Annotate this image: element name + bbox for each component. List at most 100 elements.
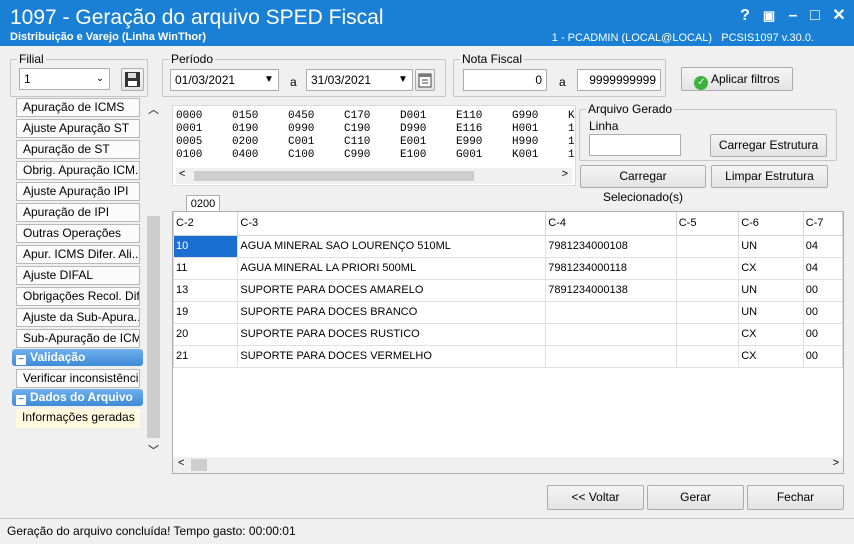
table-cell[interactable]: AGUA MINERAL SAO LOURENÇO 510ML <box>237 234 547 258</box>
register-code[interactable]: C990 <box>344 149 370 162</box>
section-validacao[interactable]: − Validação <box>12 349 143 366</box>
scroll-down-icon[interactable]: ﹀ <box>146 442 161 458</box>
scrollbar-thumb[interactable] <box>194 171 474 181</box>
table-cell[interactable] <box>675 344 740 368</box>
table-cell[interactable] <box>545 300 677 324</box>
nota-from-input[interactable]: 0 <box>463 69 547 91</box>
scroll-up-icon[interactable]: ︿ <box>146 101 161 117</box>
register-code[interactable]: C100 <box>288 149 314 162</box>
scroll-right-icon[interactable]: > <box>562 168 568 180</box>
register-code[interactable]: K001 <box>512 149 538 162</box>
register-code[interactable]: 0100 <box>176 149 202 162</box>
sidebar-item-ajuste-sub-apuracao[interactable]: Ajuste da Sub-Apura... <box>16 308 140 327</box>
table-cell[interactable]: 7981234000108 <box>545 234 677 258</box>
table-cell[interactable]: CX <box>738 322 804 346</box>
back-button[interactable]: << Voltar <box>547 485 644 510</box>
linha-input[interactable] <box>589 134 681 156</box>
table-cell[interactable] <box>545 322 677 346</box>
register-code[interactable]: 0005 <box>176 136 202 149</box>
tab-0200[interactable]: 0200 <box>186 195 220 212</box>
register-code[interactable]: 0200 <box>232 136 258 149</box>
sidebar-item-apuracao-st[interactable]: Apuração de ST <box>16 140 140 159</box>
register-code[interactable]: G990 <box>512 110 538 123</box>
table-cell[interactable]: 7981234000118 <box>545 256 677 280</box>
table-row[interactable]: 10 AGUA MINERAL SAO LOURENÇO 510ML 79812… <box>173 234 843 258</box>
load-selected-button[interactable]: Carregar Selecionado(s) <box>580 165 706 204</box>
register-code[interactable]: E001 <box>400 136 426 149</box>
table-row[interactable]: 19 SUPORTE PARA DOCES BRANCO UN 00 <box>173 300 843 324</box>
register-code[interactable]: D990 <box>400 123 426 136</box>
table-cell[interactable] <box>675 278 740 302</box>
register-code[interactable]: 0000 <box>176 110 202 123</box>
close-button[interactable]: Fechar <box>747 485 844 510</box>
sidebar-item-ajuste-apuracao-ipi[interactable]: Ajuste Apuração IPI <box>16 182 140 201</box>
table-cell[interactable] <box>675 234 740 258</box>
table-cell[interactable]: SUPORTE PARA DOCES RUSTICO <box>237 322 547 346</box>
section-dados-arquivo[interactable]: − Dados do Arquivo <box>12 389 143 406</box>
column-header[interactable]: C-7 <box>802 212 843 236</box>
sidebar-item-apuracao-ipi[interactable]: Apuração de IPI <box>16 203 140 222</box>
table-cell[interactable]: AGUA MINERAL LA PRIORI 500ML <box>237 256 547 280</box>
scrollbar-thumb[interactable] <box>147 216 160 438</box>
register-code[interactable]: 0400 <box>232 149 258 162</box>
table-cell[interactable]: 10 <box>173 234 239 258</box>
date-from-picker[interactable]: 01/03/2021 ▼ <box>170 69 279 91</box>
column-header[interactable]: C-5 <box>675 212 740 236</box>
register-code[interactable]: E100 <box>400 149 426 162</box>
table-cell[interactable]: 13 <box>173 278 239 302</box>
date-to-picker[interactable]: 31/03/2021 ▼ <box>306 69 413 91</box>
scroll-left-icon[interactable]: < <box>178 457 184 469</box>
table-cell[interactable]: UN <box>738 300 804 324</box>
grid-hscrollbar[interactable]: < > <box>173 457 843 473</box>
apply-filters-button[interactable]: ✓ Aplicar filtros <box>681 67 793 91</box>
sidebar-item-outras-operacoes[interactable]: Outras Operações <box>16 224 140 243</box>
column-header[interactable]: C-6 <box>738 212 804 236</box>
help-button[interactable]: ? <box>734 5 756 27</box>
register-hscrollbar[interactable]: < > <box>176 168 572 184</box>
sidebar-item-ajuste-apuracao-st[interactable]: Ajuste Apuração ST <box>16 119 140 138</box>
table-cell[interactable]: 21 <box>173 344 239 368</box>
minimize-button[interactable]: – <box>782 5 804 27</box>
register-code[interactable]: C001 <box>288 136 314 149</box>
table-row[interactable]: 21 SUPORTE PARA DOCES VERMELHO CX 00 <box>173 344 843 368</box>
table-cell[interactable]: UN <box>738 234 804 258</box>
scrollbar-thumb[interactable] <box>191 459 207 471</box>
sidebar-item-obrig-apuracao-icms[interactable]: Obrig. Apuração ICM... <box>16 161 140 180</box>
register-code[interactable]: G001 <box>456 149 482 162</box>
register-code[interactable]: 1 <box>568 123 575 136</box>
register-code[interactable]: H990 <box>512 136 538 149</box>
register-code[interactable]: C170 <box>344 110 370 123</box>
register-code[interactable]: 0150 <box>232 110 258 123</box>
table-cell[interactable] <box>675 322 740 346</box>
register-code[interactable]: 0190 <box>232 123 258 136</box>
register-code[interactable]: D001 <box>400 110 426 123</box>
table-cell[interactable]: 04 <box>802 256 843 280</box>
sidebar-item-sub-apuracao-icms[interactable]: Sub-Apuração de ICMS <box>16 329 140 348</box>
register-code[interactable]: E116 <box>456 123 482 136</box>
table-cell[interactable]: 11 <box>173 256 239 280</box>
table-cell[interactable]: CX <box>738 344 804 368</box>
column-header[interactable]: C-2 <box>173 212 239 236</box>
register-code[interactable]: 0450 <box>288 110 314 123</box>
scroll-left-icon[interactable]: < <box>179 168 185 180</box>
calendar-button[interactable] <box>415 69 435 91</box>
sidebar-item-apur-icms-difer[interactable]: Apur. ICMS Difer. Ali... <box>16 245 140 264</box>
table-cell[interactable] <box>675 256 740 280</box>
save-button[interactable] <box>121 68 144 91</box>
table-cell[interactable]: 7891234000138 <box>545 278 677 302</box>
register-code[interactable]: 1 <box>568 149 575 162</box>
register-code[interactable]: 1 <box>568 136 575 149</box>
table-cell[interactable]: UN <box>738 278 804 302</box>
register-code[interactable]: C110 <box>344 136 370 149</box>
custom-window-button[interactable]: ▣ <box>758 5 780 27</box>
sidebar-item-ajuste-difal[interactable]: Ajuste DIFAL <box>16 266 140 285</box>
maximize-button[interactable]: □ <box>804 5 826 27</box>
sidebar-item-informacoes-geradas[interactable]: Informações geradas <box>16 409 140 428</box>
register-code[interactable]: C190 <box>344 123 370 136</box>
table-cell[interactable]: 00 <box>802 300 843 324</box>
sidebar-item-obrigacoes-recol-difal[interactable]: Obrigações Recol. Difal <box>16 287 140 306</box>
register-code[interactable]: 0990 <box>288 123 314 136</box>
column-header[interactable]: C-4 <box>545 212 677 236</box>
table-cell[interactable] <box>545 344 677 368</box>
sidebar-scrollbar[interactable]: ︿ ﹀ <box>146 101 161 458</box>
